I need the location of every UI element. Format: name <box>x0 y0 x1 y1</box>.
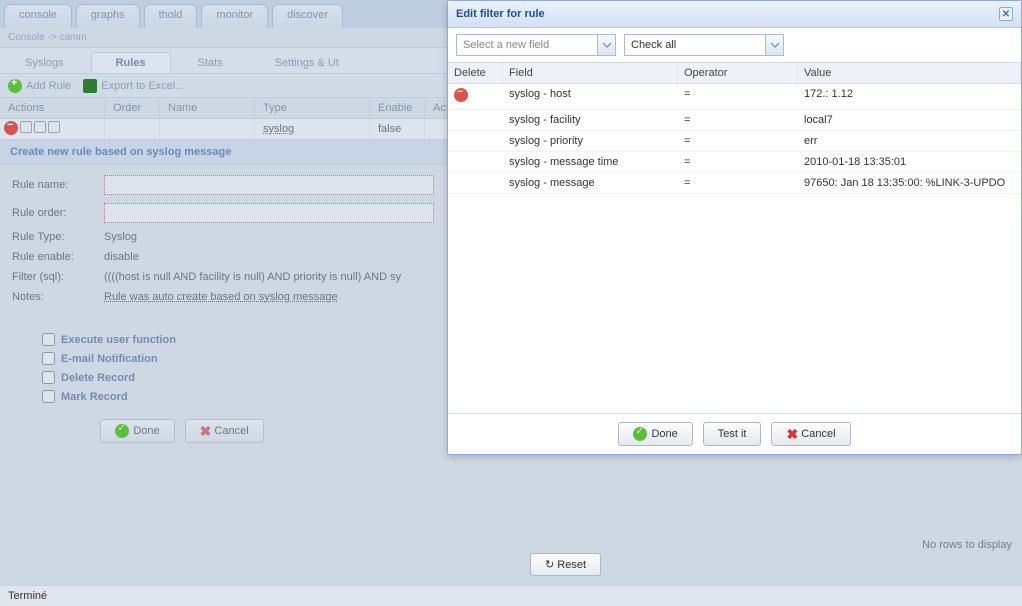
reset-button[interactable]: ↻ Reset <box>530 553 601 576</box>
check-icon <box>633 427 647 441</box>
col-field: Field <box>503 63 678 83</box>
filter-row[interactable]: syslog - host = 172.: 1.12 <box>448 84 1021 110</box>
statusbar: Terminé <box>0 585 1022 606</box>
filter-grid-body: syslog - host = 172.: 1.12 syslog - faci… <box>448 84 1021 413</box>
reset-icon: ↻ <box>545 558 554 571</box>
delete-icon[interactable] <box>4 121 18 135</box>
add-icon <box>8 79 22 93</box>
col-value: Value <box>798 63 1021 83</box>
filter-grid-header: Delete Field Operator Value <box>448 62 1021 84</box>
col-delete: Delete <box>448 63 503 83</box>
filter-row[interactable]: syslog - facility = local7 <box>448 110 1021 131</box>
testit-button[interactable]: Test it <box>703 422 762 446</box>
delete-row-icon[interactable] <box>454 88 468 102</box>
filter-row[interactable]: syslog - priority = err <box>448 131 1021 152</box>
close-icon[interactable]: ✕ <box>999 7 1013 21</box>
excel-icon <box>83 79 97 93</box>
col-operator: Operator <box>678 63 798 83</box>
dialog-title: Edit filter for rule <box>456 8 545 20</box>
edit-filter-dialog: Edit filter for rule ✕ Select a new fiel… <box>447 0 1022 455</box>
x-icon: ✖ <box>786 428 798 440</box>
chevron-down-icon <box>597 35 615 55</box>
done-button[interactable]: Done <box>618 422 692 446</box>
check-select[interactable]: Check all <box>624 34 784 56</box>
chevron-down-icon <box>765 35 783 55</box>
cancel-button[interactable]: ✖ Cancel <box>771 422 850 446</box>
no-rows-text: No rows to display <box>922 539 1012 551</box>
filter-row[interactable]: syslog - message time = 2010-01-18 13:35… <box>448 152 1021 173</box>
field-select[interactable]: Select a new field <box>456 34 616 56</box>
filter-row[interactable]: syslog - message = 97650: Jan 18 13:35:0… <box>448 173 1021 194</box>
